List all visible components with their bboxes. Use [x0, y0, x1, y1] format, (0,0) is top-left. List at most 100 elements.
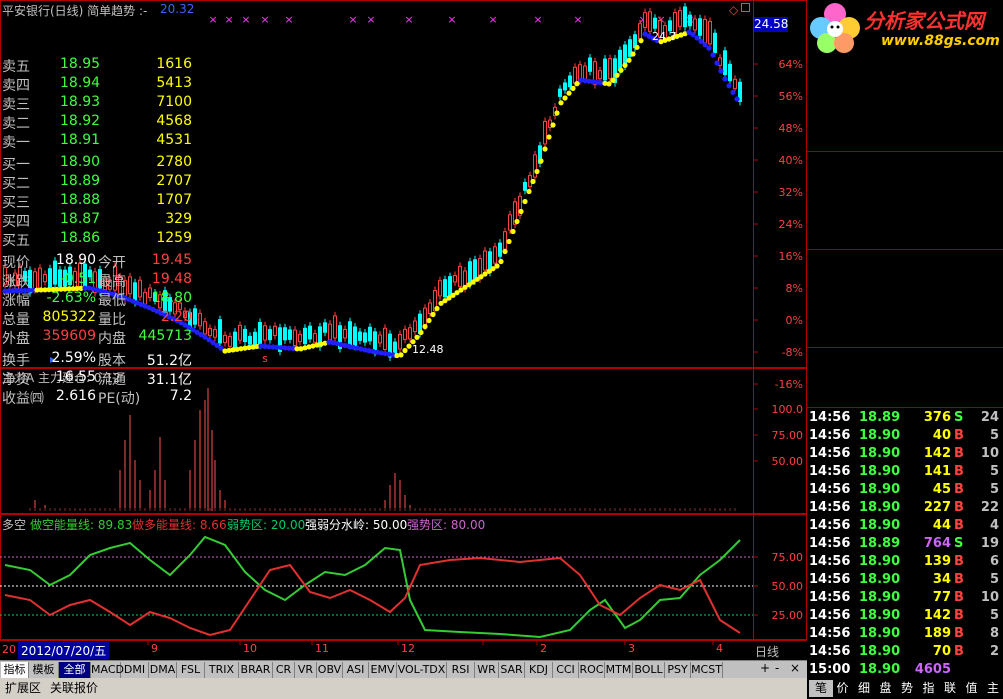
indicator-tab-asi[interactable]: ASI — [343, 662, 369, 678]
panel-tab-7[interactable]: 联 — [938, 680, 962, 697]
ask-row-3[interactable]: 卖三 18.93 7100 — [0, 93, 196, 113]
tick-row[interactable]: 14:56 18.89 376 S 24 — [807, 409, 1003, 427]
tick-row[interactable]: 14:56 18.90 189 B 8 — [807, 625, 1003, 643]
indicator-tab-kdj[interactable]: KDJ — [525, 662, 553, 678]
indicator-tab-mcst[interactable]: MCST — [691, 662, 723, 678]
indicator-tab-dmi[interactable]: DMI — [121, 662, 149, 678]
tick-row[interactable]: 14:56 18.90 45 B 5 — [807, 481, 1003, 499]
panel-tab-6[interactable]: 指 — [917, 680, 941, 697]
panel-tab-1[interactable]: 笔 — [809, 680, 833, 697]
ind2-y-tick-label: 50.00 — [772, 580, 804, 593]
indicator-tab-模板[interactable]: 模板 — [29, 662, 59, 678]
tick-row[interactable]: 14:56 18.90 139 B 6 — [807, 553, 1003, 571]
candle-body — [458, 265, 462, 287]
candle-body — [303, 327, 307, 345]
ask-volume: 4568 — [156, 113, 192, 129]
stat-row: 收益㈣ 2.616 PE(动) 7.2 — [0, 387, 196, 407]
indicator-tab-指标[interactable]: 指标 — [1, 662, 29, 678]
ind2-y-tick-label: 75.00 — [772, 551, 804, 564]
bid-label: 买二 — [2, 176, 30, 192]
indicator-tab-brar[interactable]: BRAR — [239, 662, 273, 678]
extension-tab[interactable]: 扩展区 — [2, 680, 44, 696]
tick-row[interactable]: 14:56 18.90 70 B 2 — [807, 643, 1003, 661]
candle-body — [688, 14, 692, 27]
ask-row-5[interactable]: 卖五 18.95 1616 — [0, 55, 196, 75]
trend-dot — [406, 343, 412, 349]
indicator-tab-psy[interactable]: PSY — [665, 662, 691, 678]
zoom-out-button[interactable]: - — [775, 661, 779, 675]
trend-dot — [434, 305, 440, 312]
close-panel-button[interactable]: × — [790, 661, 800, 675]
ask-row-1[interactable]: 卖一 18.91 4531 — [0, 131, 196, 151]
tick-row[interactable]: 15:00 18.90 4605 — [807, 661, 1003, 679]
indicator-tab-vol-tdx[interactable]: VOL-TDX — [397, 662, 447, 678]
trend-dot — [626, 57, 632, 63]
indicator-tab-roc[interactable]: ROC — [579, 662, 605, 678]
diamond-icon[interactable]: ◇ — [729, 3, 738, 17]
tick-side: B — [954, 608, 964, 623]
indicator2-mid-label: 强弱分水岭: 50.00 — [305, 518, 408, 532]
indicator-tab-sar[interactable]: SAR — [499, 662, 525, 678]
panel-tab-8[interactable]: 值 — [960, 680, 984, 697]
indicator-tab-rsi[interactable]: RSI — [447, 662, 475, 678]
tick-row[interactable]: 14:56 18.90 227 B 22 — [807, 499, 1003, 517]
bid-row-5[interactable]: 买五 18.86 1259 — [0, 229, 196, 249]
bid-row-2[interactable]: 买二 18.89 2707 — [0, 172, 196, 192]
candle-body — [423, 307, 427, 327]
window-square-icon[interactable] — [741, 3, 750, 12]
panel-tab-2[interactable]: 价 — [831, 680, 855, 697]
tick-row[interactable]: 14:56 18.90 142 B 5 — [807, 607, 1003, 625]
panel-tab-4[interactable]: 盘 — [874, 680, 898, 697]
indicator-tab-cr[interactable]: CR — [273, 662, 295, 678]
indicator-tab-boll[interactable]: BOLL — [633, 662, 665, 678]
tick-side: B — [954, 428, 964, 443]
stat-row: 涨幅 -2.63% 最低 18.80 — [0, 289, 196, 309]
indicator-tab-wr[interactable]: WR — [475, 662, 499, 678]
tick-count: 5 — [989, 464, 999, 479]
tick-row[interactable]: 14:56 18.89 764 S 19 — [807, 535, 1003, 553]
panel-tab-5[interactable]: 势 — [895, 680, 919, 697]
indicator-tab-全部[interactable]: 全部 — [59, 662, 91, 678]
candle-body — [333, 315, 337, 339]
bid-row-4[interactable]: 买四 18.87 329 — [0, 210, 196, 230]
indicator-tab-obv[interactable]: OBV — [317, 662, 343, 678]
bid-row-3[interactable]: 买三 18.88 1707 — [0, 191, 196, 211]
main-y-tick-label: 8% — [786, 282, 803, 295]
tick-row[interactable]: 14:56 18.90 34 B 5 — [807, 571, 1003, 589]
related-quote-tab[interactable]: 关联报价 — [46, 680, 102, 696]
tick-row[interactable]: 14:56 18.90 44 B 4 — [807, 517, 1003, 535]
indicator-tab-fsl[interactable]: FSL — [177, 662, 205, 678]
main-y-tick-label: 64% — [779, 58, 803, 71]
tick-side: B — [954, 644, 964, 659]
bid-row-1[interactable]: 买一 18.90 2780 — [0, 153, 196, 173]
tick-row[interactable]: 14:56 18.90 142 B 10 — [807, 445, 1003, 463]
indicator-tab-dma[interactable]: DMA — [149, 662, 177, 678]
indicator-tab-vr[interactable]: VR — [295, 662, 317, 678]
tick-row[interactable]: 14:56 18.90 77 B 10 — [807, 589, 1003, 607]
period-mode[interactable]: 日线 — [755, 643, 779, 660]
stat-label: 流通 — [98, 372, 126, 388]
indicator2-long-label: 做多能量线: 8.66 — [132, 518, 227, 532]
tick-row[interactable]: 14:56 18.90 141 B 5 — [807, 463, 1003, 481]
trend-dot — [734, 96, 740, 102]
stat-value: 31.1亿 — [146, 372, 192, 388]
signal-cross-marker: × — [224, 13, 233, 26]
indicator-tab-emv[interactable]: EMV — [369, 662, 397, 678]
zoom-in-button[interactable]: + — [760, 661, 770, 675]
indicator-tab-trix[interactable]: TRIX — [205, 662, 239, 678]
ask-row-4[interactable]: 卖四 18.94 5413 — [0, 74, 196, 94]
tick-count: 8 — [989, 626, 999, 641]
ind1-y-tick-label: 75.00 — [772, 429, 804, 442]
indicator-tab-cci[interactable]: CCI — [553, 662, 579, 678]
panel-tab-3[interactable]: 细 — [852, 680, 876, 697]
candle-body — [268, 329, 272, 341]
signal-cross-marker: × — [533, 13, 542, 26]
indicator-tab-mtm[interactable]: MTM — [605, 662, 633, 678]
main-y-tick-label: -16% — [775, 378, 803, 391]
ask-row-2[interactable]: 卖二 18.92 4568 — [0, 112, 196, 132]
signal-s-marker: s — [262, 352, 268, 365]
indicator-tab-macd[interactable]: MACD — [91, 662, 124, 678]
candle-body — [503, 231, 507, 250]
tick-row[interactable]: 14:56 18.90 40 B 5 — [807, 427, 1003, 445]
panel-tab-9[interactable]: 主 — [981, 680, 1003, 697]
